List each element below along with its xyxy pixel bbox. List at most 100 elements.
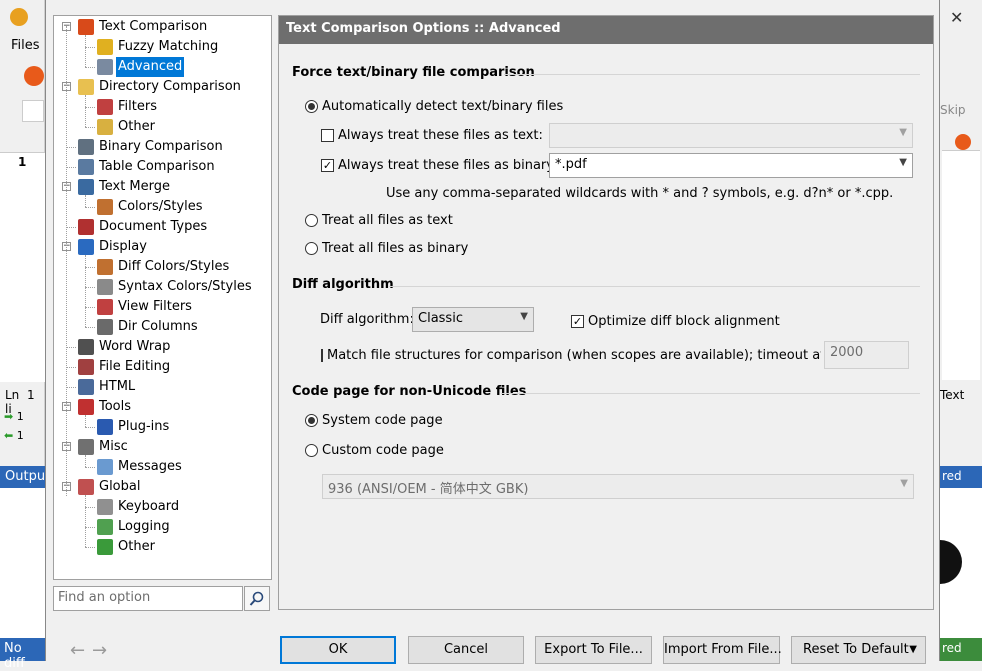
custom-codepage-select[interactable]: 936 (ANSI/OEM - 简体中文 GBK) ▼: [322, 474, 914, 499]
tree-item-document-types[interactable]: Document Types: [78, 217, 209, 237]
tree-connector: [85, 307, 95, 308]
output-title-right: red: [940, 466, 982, 488]
right-editor-pane[interactable]: [942, 150, 980, 380]
match-structures-checkbox[interactable]: Match file structures for comparison (wh…: [321, 348, 821, 363]
tree-item-label: Filters: [118, 99, 157, 114]
treat-text-radio[interactable]: Treat all files as text: [305, 213, 453, 228]
skip-button[interactable]: Skip: [940, 103, 966, 117]
tree-item-label: Dir Columns: [118, 319, 198, 334]
tree-item-label: Syntax Colors/Styles: [118, 279, 252, 294]
tree-item-plug-ins[interactable]: Plug-ins: [97, 417, 171, 437]
cancel-button[interactable]: Cancel: [408, 636, 524, 664]
menu-files[interactable]: Files: [11, 38, 40, 53]
always-binary-checkbox[interactable]: ✓ Always treat these files as binary:: [321, 158, 557, 173]
tree-item-diff-colors-styles[interactable]: Diff Colors/Styles: [97, 257, 231, 277]
tree-item-table-comparison[interactable]: Table Comparison: [78, 157, 217, 177]
tree-item-view-filters[interactable]: View Filters: [97, 297, 194, 317]
close-icon[interactable]: ✕: [950, 8, 963, 27]
tree-connector: [66, 387, 76, 388]
tree-connector: [85, 507, 95, 508]
radio-dot: [305, 444, 318, 457]
tree-item-label: Binary Comparison: [99, 139, 223, 154]
always-text-checkbox[interactable]: Always treat these files as text:: [321, 128, 543, 143]
options-dialog: Text Comparison − Fuzzy Matching Advanced Di…: [45, 0, 940, 664]
tree-item-filters[interactable]: Filters: [97, 97, 159, 117]
treat-text-label: Treat all files as text: [322, 213, 453, 228]
dropdown-arrow-icon[interactable]: ▼: [909, 637, 917, 663]
system-codepage-radio[interactable]: System code page: [305, 413, 443, 428]
tree-item-label: Plug-ins: [118, 419, 170, 434]
tree-connector: [66, 347, 76, 348]
tree-item-label: Text Comparison: [99, 19, 208, 34]
tree-item-syntax-colors-styles[interactable]: Syntax Colors/Styles: [97, 277, 254, 297]
auto-detect-radio[interactable]: Automatically detect text/binary files: [305, 99, 563, 114]
tree-item-fuzzy-matching[interactable]: Fuzzy Matching: [97, 37, 220, 57]
tree-item-advanced[interactable]: Advanced: [97, 56, 186, 78]
tree-item-label: Messages: [118, 459, 182, 474]
tree-item-misc[interactable]: Misc: [78, 437, 130, 457]
diff-algo-select[interactable]: Classic ▼: [412, 307, 534, 332]
toolbar-combo[interactable]: [22, 100, 44, 122]
tree-item-dir-columns[interactable]: Dir Columns: [97, 317, 200, 337]
search-input[interactable]: Find an option: [53, 586, 243, 611]
tree-connector: [66, 26, 67, 496]
apple-icon: [955, 134, 971, 150]
forward-arrow-icon[interactable]: →: [92, 640, 107, 661]
tree-connector: [85, 107, 95, 108]
status-right: red: [940, 638, 982, 661]
always-binary-value: *.pdf: [555, 157, 587, 172]
always-text-combo[interactable]: ▼: [549, 123, 913, 148]
reset-button[interactable]: Reset To Default ▼: [791, 636, 926, 664]
options-tree[interactable]: Text Comparison − Fuzzy Matching Advanced Di…: [53, 15, 272, 580]
import-button[interactable]: Import From File...: [663, 636, 782, 664]
system-codepage-label: System code page: [322, 413, 443, 428]
optimize-checkbox[interactable]: ✓ Optimize diff block alignment: [571, 314, 780, 329]
export-button[interactable]: Export To File...: [535, 636, 652, 664]
tree-item-display[interactable]: Display: [78, 237, 149, 257]
tree-connector: [85, 527, 95, 528]
toolbar-apple-icon[interactable]: [24, 66, 44, 86]
tree-item-other[interactable]: Other: [97, 117, 157, 137]
custom-codepage-radio[interactable]: Custom code page: [305, 443, 444, 458]
tree-item-keyboard[interactable]: Keyboard: [97, 497, 181, 517]
tree-item-label: Display: [99, 239, 147, 254]
tree-item-text-comparison[interactable]: Text Comparison: [78, 17, 209, 37]
left-editor-pane[interactable]: 1: [0, 152, 45, 382]
binary-icon: [78, 139, 94, 155]
tree-item-messages[interactable]: Messages: [97, 457, 184, 477]
tree-connector: [66, 227, 76, 228]
tree-item-text-merge[interactable]: Text Merge: [78, 177, 172, 197]
tree-item-other[interactable]: Other: [97, 537, 157, 557]
html-icon: [78, 379, 94, 395]
search-button[interactable]: [244, 586, 270, 611]
back-arrow-icon[interactable]: ←: [70, 640, 85, 661]
tree-connector: [85, 467, 95, 468]
tree-connector: [85, 415, 86, 427]
tree-item-label: Diff Colors/Styles: [118, 259, 230, 274]
line-number: 1: [18, 155, 27, 169]
tree-connector: [66, 167, 76, 168]
tree-item-logging[interactable]: Logging: [97, 517, 172, 537]
search-icon: [249, 591, 264, 606]
people-icon: [78, 479, 94, 495]
apple-icon: [78, 19, 94, 35]
tree-item-binary-comparison[interactable]: Binary Comparison: [78, 137, 225, 157]
tree-item-file-editing[interactable]: File Editing: [78, 357, 172, 377]
treat-binary-radio[interactable]: Treat all files as binary: [305, 241, 468, 256]
always-binary-combo[interactable]: *.pdf ▼: [549, 153, 913, 178]
puzzle-icon: [97, 419, 113, 435]
tree-item-directory-comparison[interactable]: Directory Comparison: [78, 77, 243, 97]
tree-item-colors-styles[interactable]: Colors/Styles: [97, 197, 205, 217]
treat-binary-label: Treat all files as binary: [322, 241, 469, 256]
tree-item-html[interactable]: HTML: [78, 377, 137, 397]
group-divider: [389, 286, 920, 287]
tree-item-tools[interactable]: Tools: [78, 397, 133, 417]
panel-header: Text Comparison Options :: Advanced: [279, 16, 933, 44]
tree-connector: [85, 287, 95, 288]
timeout-input[interactable]: 2000: [824, 341, 909, 369]
tree-connector: [85, 195, 86, 207]
tree-item-word-wrap[interactable]: Word Wrap: [78, 337, 172, 357]
tree-item-global[interactable]: Global: [78, 477, 142, 497]
shield-icon: [97, 539, 113, 555]
ok-button[interactable]: OK: [280, 636, 396, 664]
